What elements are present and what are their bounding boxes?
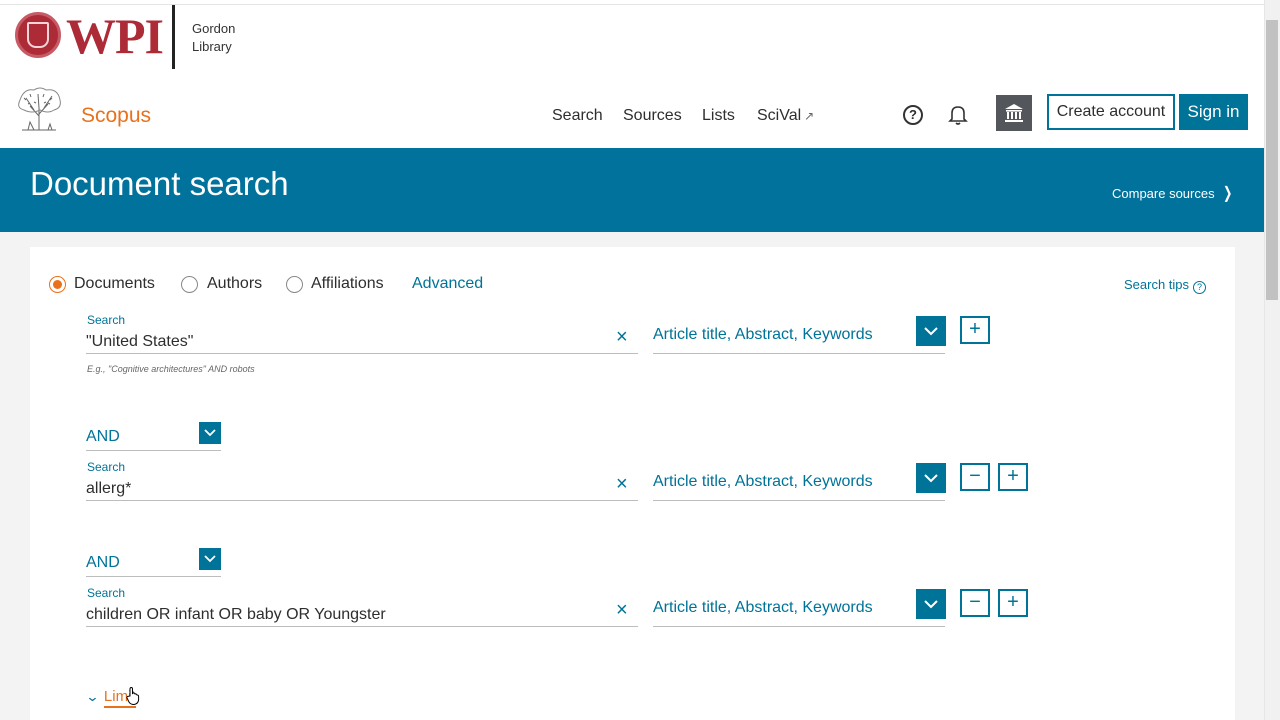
search-field-label: Search bbox=[87, 313, 126, 327]
hand-cursor-icon bbox=[126, 686, 140, 706]
scope-dropdown-1[interactable] bbox=[916, 316, 946, 346]
clear-search-1-icon[interactable]: × bbox=[616, 327, 628, 347]
nav-search[interactable]: Search bbox=[552, 107, 603, 125]
scopus-logo-text[interactable]: Scopus bbox=[81, 104, 151, 128]
scope-underline bbox=[653, 626, 945, 627]
search-input-2[interactable] bbox=[86, 480, 606, 498]
chevron-right-icon: ❯ bbox=[1222, 185, 1233, 202]
advanced-search-link[interactable]: Advanced bbox=[412, 275, 483, 293]
library-name-line2: Library bbox=[192, 39, 232, 54]
nav-sources[interactable]: Sources bbox=[623, 107, 682, 125]
search-tips-label: Search tips bbox=[1124, 277, 1190, 292]
compare-sources-label: Compare sources bbox=[1112, 186, 1215, 201]
search-field-label: Search bbox=[87, 586, 126, 600]
institution-button[interactable] bbox=[996, 95, 1032, 131]
chevron-down-icon: ⌄ bbox=[85, 689, 100, 704]
search-scope-select-3[interactable]: Article title, Abstract, Keywords bbox=[653, 599, 873, 617]
wpi-seal-icon[interactable] bbox=[15, 12, 61, 58]
radio-documents[interactable] bbox=[49, 276, 66, 293]
top-divider bbox=[0, 4, 1264, 5]
nav-scival[interactable]: SciVal ↗ bbox=[757, 107, 814, 125]
compare-sources-link[interactable]: Compare sources ❯ bbox=[1112, 183, 1234, 203]
page-title: Document search bbox=[30, 165, 289, 202]
radio-label-documents[interactable]: Documents bbox=[74, 275, 155, 293]
search-scope-select-2[interactable]: Article title, Abstract, Keywords bbox=[653, 473, 873, 491]
scope-underline bbox=[653, 353, 945, 354]
search-input-underline bbox=[86, 500, 638, 501]
search-scope-select-1[interactable]: Article title, Abstract, Keywords bbox=[653, 326, 873, 344]
remove-row-button-3[interactable]: − bbox=[960, 589, 990, 617]
library-name[interactable]: Gordon Library bbox=[192, 20, 235, 56]
question-circle-icon: ? bbox=[1193, 281, 1207, 294]
nav-scival-label: SciVal bbox=[757, 107, 802, 124]
search-hint: E.g., "Cognitive architectures" AND robo… bbox=[87, 364, 255, 374]
page: WPI Gordon Library Scopus Search Sources… bbox=[0, 0, 1280, 720]
bell-icon[interactable] bbox=[948, 104, 968, 126]
wpi-logo-text[interactable]: WPI bbox=[66, 8, 164, 64]
scrollbar-thumb[interactable] bbox=[1266, 20, 1278, 300]
clear-search-2-icon[interactable]: × bbox=[616, 474, 628, 494]
elsevier-tree-icon[interactable] bbox=[14, 86, 64, 132]
operator-underline bbox=[86, 576, 221, 577]
operator-dropdown-2[interactable] bbox=[199, 422, 221, 444]
search-input-1[interactable] bbox=[86, 333, 606, 351]
operator-underline bbox=[86, 450, 221, 451]
scopus-header: Scopus Search Sources Lists SciVal ↗ ? Cr… bbox=[0, 80, 1264, 148]
library-logo-divider bbox=[172, 5, 175, 69]
boolean-operator-select-3[interactable]: AND bbox=[86, 554, 120, 572]
search-tips-link[interactable]: Search tips? bbox=[1124, 277, 1207, 294]
add-row-button-2[interactable]: + bbox=[998, 463, 1028, 491]
search-input-3[interactable] bbox=[86, 606, 606, 624]
library-banner: WPI Gordon Library bbox=[0, 0, 1264, 80]
operator-dropdown-3[interactable] bbox=[199, 548, 221, 570]
chevron-down-icon bbox=[204, 429, 216, 437]
institution-icon bbox=[1005, 104, 1023, 122]
radio-label-authors[interactable]: Authors bbox=[207, 275, 262, 293]
page-banner: Document search Compare sources ❯ bbox=[0, 148, 1264, 232]
clear-search-3-icon[interactable]: × bbox=[616, 600, 628, 620]
remove-row-button-2[interactable]: − bbox=[960, 463, 990, 491]
scope-dropdown-2[interactable] bbox=[916, 463, 946, 493]
chevron-down-icon bbox=[924, 327, 938, 336]
radio-authors[interactable] bbox=[181, 276, 198, 293]
chevron-down-icon bbox=[924, 600, 938, 609]
search-field-label: Search bbox=[87, 460, 126, 474]
add-row-button-1[interactable]: + bbox=[960, 316, 990, 344]
radio-label-affiliations[interactable]: Affiliations bbox=[311, 275, 384, 293]
search-input-underline bbox=[86, 353, 638, 354]
search-input-underline bbox=[86, 626, 638, 627]
create-account-button[interactable]: Create account bbox=[1047, 94, 1175, 130]
chevron-down-icon bbox=[204, 555, 216, 563]
scope-dropdown-3[interactable] bbox=[916, 589, 946, 619]
arrow-up-right-icon: ↗ bbox=[804, 109, 815, 123]
scope-underline bbox=[653, 500, 945, 501]
library-name-line1: Gordon bbox=[192, 21, 236, 36]
boolean-operator-select-2[interactable]: AND bbox=[86, 428, 120, 446]
nav-lists[interactable]: Lists bbox=[702, 107, 735, 125]
chevron-down-icon bbox=[924, 474, 938, 483]
radio-affiliations[interactable] bbox=[286, 276, 303, 293]
sign-in-button[interactable]: Sign in bbox=[1179, 94, 1248, 130]
add-row-button-3[interactable]: + bbox=[998, 589, 1028, 617]
help-icon[interactable]: ? bbox=[903, 105, 923, 125]
